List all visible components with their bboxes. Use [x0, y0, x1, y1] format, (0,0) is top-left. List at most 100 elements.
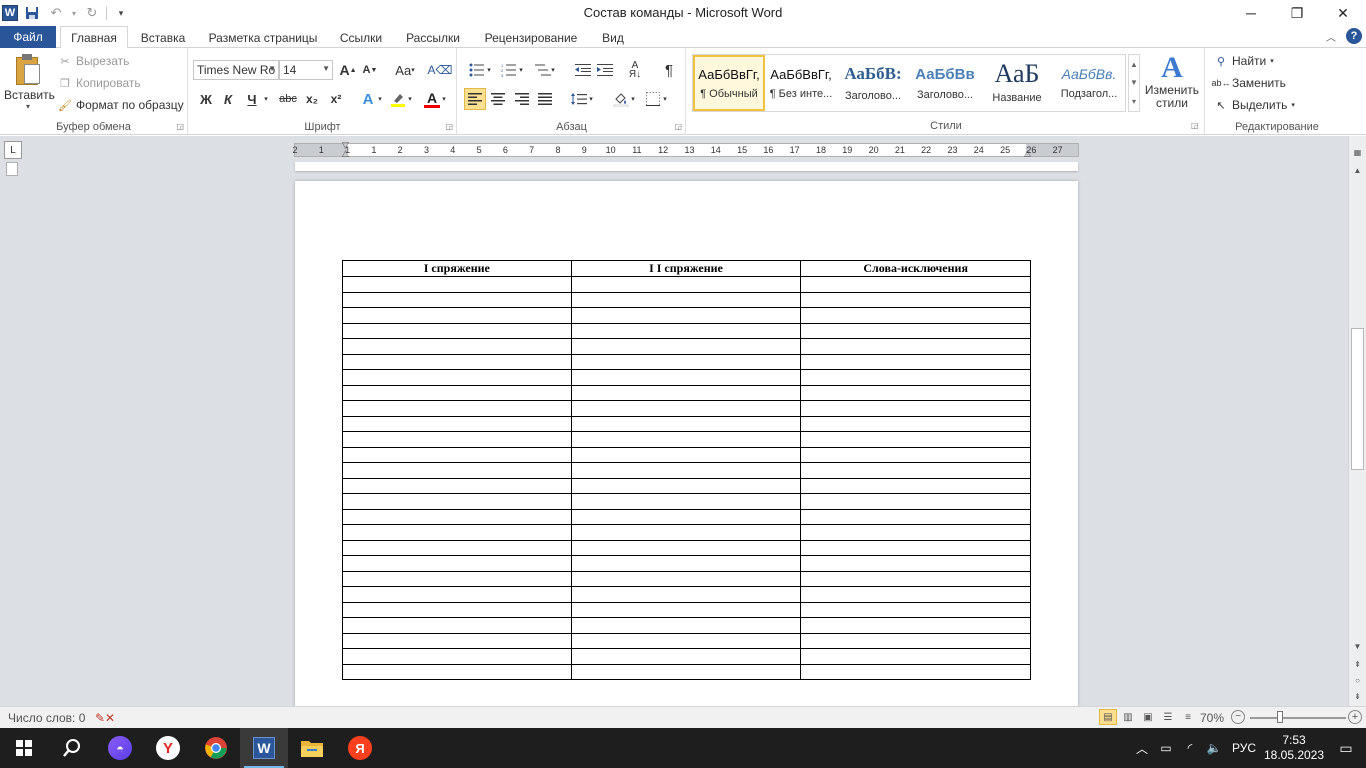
table-cell[interactable] [570, 601, 802, 618]
table-cell[interactable] [800, 508, 1031, 525]
table-cell[interactable] [800, 493, 1031, 510]
shading-dropdown-icon[interactable]: ▾ [628, 88, 638, 110]
change-styles-button[interactable]: A Изменить стили [1144, 52, 1200, 120]
right-indent-marker-icon[interactable]: △ [1024, 148, 1031, 159]
table-cell[interactable] [342, 493, 572, 510]
bold-button[interactable]: Ж [195, 88, 217, 110]
scrollbar-thumb[interactable] [1351, 328, 1364, 470]
align-right-icon[interactable] [511, 88, 533, 110]
table-cell[interactable] [342, 570, 572, 587]
table-cell[interactable] [342, 586, 572, 603]
full-screen-reading-icon[interactable]: ▥ [1119, 709, 1137, 725]
style-normal[interactable]: АаБбВвГг, ¶ Обычный [693, 55, 765, 111]
minimize-button[interactable]: ─ [1228, 0, 1274, 26]
clock[interactable]: 7:53 18.05.2023 [1262, 733, 1326, 763]
change-case-button[interactable]: Aa ▾ [391, 59, 419, 81]
table-cell[interactable] [800, 632, 1031, 649]
next-page-icon[interactable]: ⇟ [1349, 688, 1366, 704]
bullets-dropdown-icon[interactable]: ▾ [484, 59, 494, 81]
header-cell-conjugation-1[interactable]: I спряжение [342, 260, 572, 277]
header-cell-conjugation-2[interactable]: I I спряжение [570, 260, 802, 277]
table-cell[interactable] [800, 431, 1031, 448]
previous-page-icon[interactable]: ⇞ [1349, 656, 1366, 672]
table-cell[interactable] [342, 307, 572, 324]
style-heading-1[interactable]: АаБбВ: Заголово... [837, 55, 909, 111]
underline-dropdown-icon[interactable]: ▾ [261, 88, 271, 110]
table-cell[interactable] [342, 446, 572, 463]
table-cell[interactable] [800, 586, 1031, 603]
volume-icon[interactable]: 🔈 [1202, 728, 1226, 768]
table-cell[interactable] [570, 384, 802, 401]
battery-icon[interactable]: ▭ [1154, 728, 1178, 768]
search-icon[interactable] [48, 728, 96, 768]
underline-button[interactable]: Ч [241, 88, 263, 110]
clear-formatting-icon[interactable]: A⌫ [428, 59, 453, 81]
header-cell-exceptions[interactable]: Слова-исключения [800, 260, 1031, 277]
tab-page-layout[interactable]: Разметка страницы [204, 26, 322, 49]
more-styles-icon[interactable]: ▾ [1132, 97, 1136, 106]
font-color-dropdown-icon[interactable]: ▾ [439, 88, 449, 110]
table-cell[interactable] [570, 400, 802, 417]
table-cell[interactable] [342, 632, 572, 649]
sort-icon[interactable]: А Я↓ [624, 59, 646, 81]
table-cell[interactable] [342, 663, 572, 680]
align-center-icon[interactable] [487, 88, 509, 110]
word-taskbar-icon[interactable]: W [240, 728, 288, 768]
word-app-icon[interactable]: W [2, 5, 18, 21]
undo-dropdown-icon[interactable]: ▾ [70, 3, 78, 23]
table-cell[interactable] [342, 322, 572, 339]
table-cell[interactable] [342, 462, 572, 479]
numbering-dropdown-icon[interactable]: ▾ [516, 59, 526, 81]
find-button[interactable]: ⚲ Найти ▾ [1214, 51, 1274, 71]
table-cell[interactable] [342, 338, 572, 355]
select-button[interactable]: ↖ Выделить ▾ [1214, 95, 1294, 115]
table-cell[interactable] [342, 384, 572, 401]
style-subtitle[interactable]: АаБбВв. Подзагол... [1053, 55, 1125, 111]
text-effects-dropdown-icon[interactable]: ▾ [375, 88, 385, 110]
font-size-combo[interactable]: 14 ▼ [279, 60, 333, 80]
superscript-button[interactable]: x² [325, 88, 347, 110]
table-cell[interactable] [570, 462, 802, 479]
table-cell[interactable] [342, 291, 572, 308]
customize-qat-icon[interactable]: ▾ [111, 3, 131, 23]
indent-marker-icon[interactable]: ▽ △ [342, 141, 349, 158]
table-cell[interactable] [800, 663, 1031, 680]
multilevel-dropdown-icon[interactable]: ▾ [548, 59, 558, 81]
table-cell[interactable] [342, 477, 572, 494]
proofing-icon[interactable]: ✎✕ [95, 709, 115, 727]
grow-font-button[interactable]: A ▲ [337, 59, 359, 81]
collapse-ribbon-icon[interactable]: ︿ [1326, 29, 1336, 44]
decrease-indent-icon[interactable] [572, 59, 594, 81]
table-cell[interactable] [800, 524, 1031, 541]
line-spacing-dropdown-icon[interactable]: ▾ [586, 88, 596, 110]
close-button[interactable]: ✕ [1320, 0, 1366, 26]
table-cell[interactable] [570, 617, 802, 634]
table-cell[interactable] [800, 601, 1031, 618]
table-cell[interactable] [342, 369, 572, 386]
word-count[interactable]: Число слов: 0 [8, 711, 85, 725]
justify-icon[interactable] [534, 88, 556, 110]
conjugation-table[interactable]: I спряжение I I спряжение Слова-исключен… [342, 260, 1031, 680]
italic-button[interactable]: К [217, 88, 239, 110]
replace-button[interactable]: ab↔ Заменить [1212, 73, 1286, 93]
format-painter-button[interactable]: 🖌 Формат по образцу [58, 95, 184, 115]
zoom-in-icon[interactable]: + [1348, 710, 1362, 724]
paste-button[interactable]: Вставить ▾ [4, 52, 55, 116]
vertical-ruler[interactable] [6, 162, 18, 176]
table-cell[interactable] [570, 508, 802, 525]
wifi-icon[interactable]: ◜ [1178, 728, 1202, 768]
web-layout-icon[interactable]: ▣ [1139, 709, 1157, 725]
table-cell[interactable] [570, 353, 802, 370]
style-no-spacing[interactable]: АаБбВвГг, ¶ Без инте... [765, 55, 837, 111]
table-cell[interactable] [570, 291, 802, 308]
table-cell[interactable] [342, 648, 572, 665]
chrome-icon[interactable] [192, 728, 240, 768]
table-cell[interactable] [570, 446, 802, 463]
styles-dialog-launcher-icon[interactable]: ◲ [1191, 121, 1199, 130]
table-cell[interactable] [570, 276, 802, 293]
chevron-up-icon[interactable]: ▲ [1130, 60, 1138, 69]
table-cell[interactable] [342, 601, 572, 618]
font-family-combo[interactable]: Times New Ro ▼ [193, 60, 279, 80]
align-left-icon[interactable] [464, 88, 486, 110]
table-cell[interactable] [800, 384, 1031, 401]
